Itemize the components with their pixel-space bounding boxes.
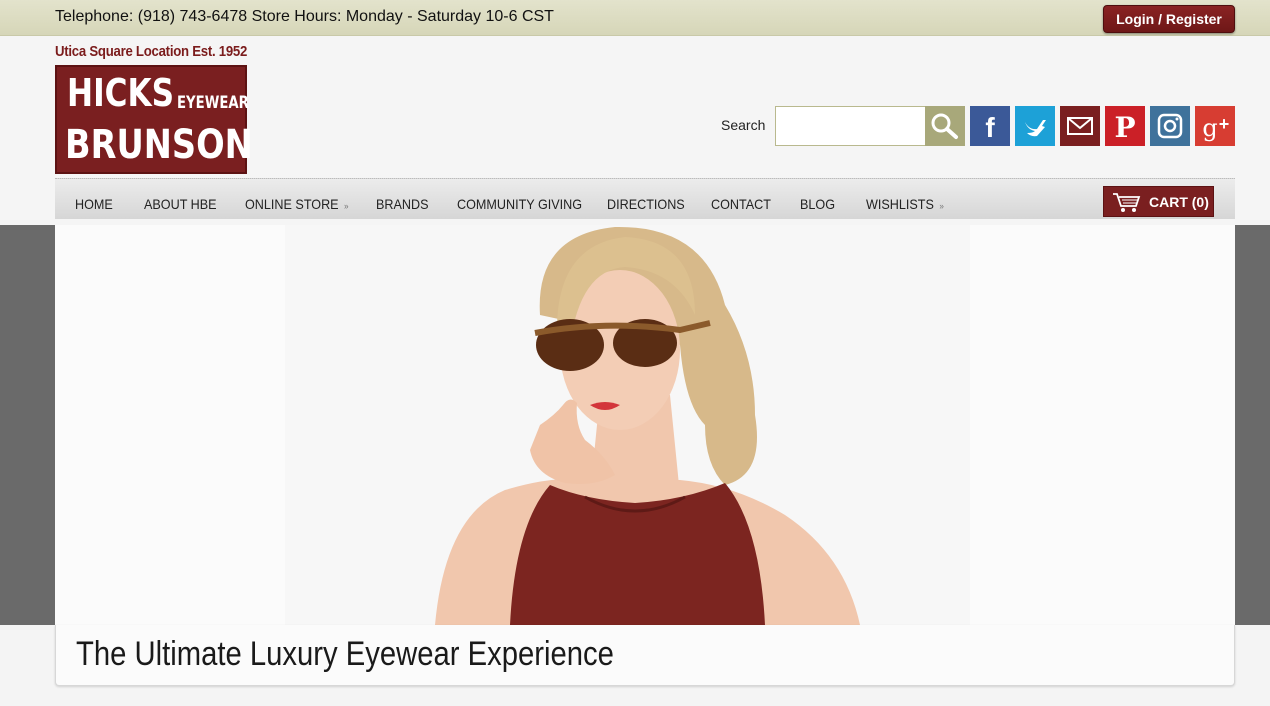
submenu-arrow-icon: » [344,201,349,211]
tagline-panel: The Ultimate Luxury Eyewear Experience [55,625,1235,686]
email-link[interactable] [1060,106,1100,146]
nav-online-store[interactable]: ONLINE STORE» [245,196,349,212]
logo-eyewear-text: EYEWEAR [177,93,249,113]
hero-slider[interactable] [55,225,1235,625]
email-icon [1060,106,1100,146]
logo-brunson-text: BRUNSON [65,122,253,168]
svg-text:g: g [1202,114,1217,142]
svg-text:f: f [985,112,995,143]
twitter-link[interactable] [1015,106,1055,146]
google-plus-icon: g + [1195,106,1235,146]
nav-about-hbe[interactable]: ABOUT HBE [144,196,217,212]
svg-text:+: + [1219,114,1230,134]
svg-text:P: P [1114,111,1135,144]
model-illustration [435,226,860,625]
nav-wishlists[interactable]: WISHLISTS» [866,196,944,212]
main-nav: HOME ABOUT HBE ONLINE STORE» BRANDS COMM… [55,178,1235,219]
nav-brands[interactable]: BRANDS [376,196,429,212]
instagram-icon [1150,106,1190,146]
pinterest-icon: P [1105,106,1145,146]
facebook-link[interactable]: f [970,106,1010,146]
location-tagline: Utica Square Location Est. 1952 [55,43,248,60]
site-logo[interactable]: HICKS EYEWEAR BRUNSON [55,65,253,174]
hero-tagline: The Ultimate Luxury Eyewear Experience [76,635,614,673]
nav-home[interactable]: HOME [75,196,113,212]
google-plus-link[interactable]: g + [1195,106,1235,146]
search-button[interactable] [925,106,965,146]
search-input[interactable] [775,106,926,146]
submenu-arrow-icon: » [939,201,944,211]
cart-label: CART (0) [1149,194,1209,210]
search-icon [931,113,958,139]
twitter-icon [1015,106,1055,146]
nav-community-giving[interactable]: COMMUNITY GIVING [457,196,582,212]
store-contact-info: Telephone: (918) 743-6478 Store Hours: M… [55,8,554,25]
facebook-icon: f [970,106,1010,146]
nav-contact[interactable]: CONTACT [711,196,771,212]
cart-icon [1113,193,1141,212]
instagram-link[interactable] [1150,106,1190,146]
hero-photo [285,225,970,625]
search-label: Search [721,117,766,133]
top-bar: Telephone: (918) 743-6478 Store Hours: M… [0,0,1270,36]
pinterest-link[interactable]: P [1105,106,1145,146]
logo-hicks-text: HICKS [67,71,175,115]
nav-blog[interactable]: BLOG [800,196,835,212]
login-register-button[interactable]: Login / Register [1103,5,1235,33]
nav-directions[interactable]: DIRECTIONS [607,196,685,212]
cart-button[interactable]: CART (0) [1103,186,1214,217]
